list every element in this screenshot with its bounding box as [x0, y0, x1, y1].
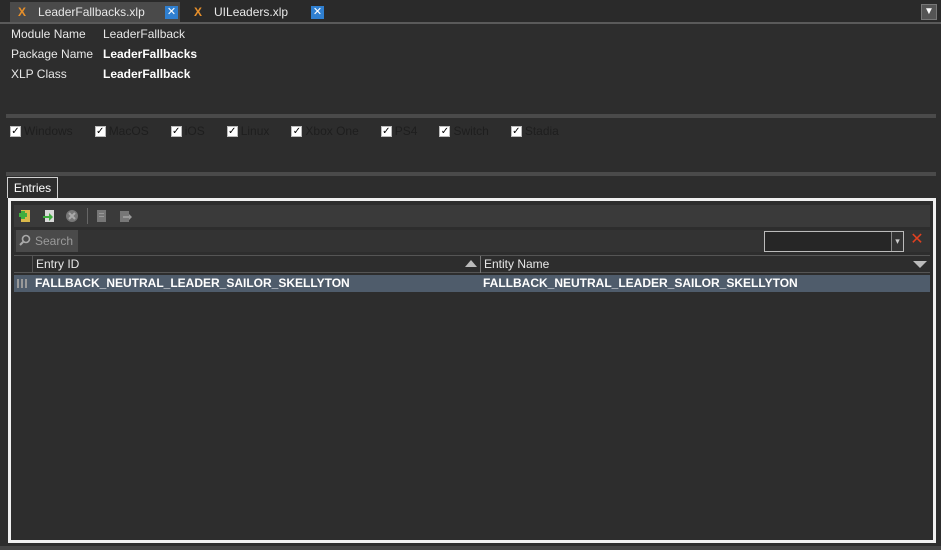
column-header-entity-name[interactable]: Entity Name — [480, 256, 930, 273]
platform-label: Xbox One — [305, 124, 359, 138]
entries-panel: Search ▾ ✕ Entry ID Entity Name FALLBACK… — [8, 198, 936, 543]
platform-label: Windows — [24, 124, 73, 138]
search-placeholder: Search — [35, 234, 74, 248]
checkbox-stadia[interactable]: ✓ — [510, 125, 522, 137]
module-name-row: Module Name LeaderFallback — [11, 27, 197, 47]
platform-stadia[interactable]: ✓ Stadia — [510, 124, 559, 138]
cell-entity-name[interactable]: FALLBACK_NEUTRAL_LEADER_SAILOR_SKELLYTON — [480, 275, 930, 292]
module-properties: Module Name LeaderFallback Package Name … — [11, 27, 197, 87]
package-name-label: Package Name — [11, 47, 94, 61]
column-header-entry-id[interactable]: Entry ID — [32, 256, 480, 273]
copy-entry-icon[interactable] — [94, 208, 110, 224]
toolbar-separator — [87, 208, 88, 224]
divider — [6, 114, 936, 118]
search-bar: Search ▾ ✕ — [14, 230, 930, 252]
paste-entry-icon[interactable] — [117, 208, 133, 224]
package-name-row: Package Name LeaderFallbacks — [11, 47, 197, 67]
row-drag-handle-icon[interactable] — [16, 278, 30, 289]
column-label: Entity Name — [484, 257, 550, 271]
platform-checkboxes: ✓ Windows ✓ MacOS ✓ iOS ✓ Linux ✓ Xbox O… — [10, 124, 581, 138]
filter-dropdown[interactable]: ▾ — [764, 231, 904, 252]
cell-entry-id[interactable]: FALLBACK_NEUTRAL_LEADER_SAILOR_SKELLYTON — [32, 275, 480, 292]
platform-label: Linux — [240, 124, 270, 138]
xlp-class-label: XLP Class — [11, 67, 67, 81]
platform-label: iOS — [184, 124, 205, 138]
platform-switch[interactable]: ✓ Switch — [439, 124, 489, 138]
add-entry-icon[interactable] — [18, 208, 34, 224]
platform-label: PS4 — [394, 124, 418, 138]
platform-ps4[interactable]: ✓ PS4 — [380, 124, 418, 138]
divider — [6, 172, 936, 176]
search-icon — [19, 234, 31, 249]
delete-entry-icon[interactable] — [64, 208, 80, 224]
checkbox-ios[interactable]: ✓ — [170, 125, 182, 137]
platform-label: MacOS — [108, 124, 149, 138]
checkbox-linux[interactable]: ✓ — [226, 125, 238, 137]
close-tab-icon[interactable]: ✕ — [311, 5, 324, 19]
status-strip — [0, 546, 941, 550]
sort-ascending-icon — [465, 260, 477, 267]
tab-label: UILeaders.xlp — [214, 5, 289, 19]
xlp-file-icon: X — [194, 5, 203, 19]
checkbox-switch[interactable]: ✓ — [439, 125, 451, 137]
tab-menu-button[interactable]: ▼ — [921, 4, 937, 20]
tab-entries[interactable]: Entries — [7, 177, 58, 198]
document-tab-strip: X LeaderFallbacks.xlp ✕ X UILeaders.xlp … — [0, 0, 941, 24]
search-input[interactable]: Search — [16, 230, 78, 252]
platform-windows[interactable]: ✓ Windows — [10, 124, 73, 138]
entries-toolbar — [14, 205, 930, 227]
sort-descending-icon — [913, 261, 927, 268]
checkbox-ps4[interactable]: ✓ — [380, 125, 392, 137]
platform-xbox-one[interactable]: ✓ Xbox One — [291, 124, 359, 138]
xlp-class-value: LeaderFallback — [103, 67, 191, 81]
package-name-value: LeaderFallbacks — [103, 47, 198, 61]
clear-filter-icon[interactable]: ✕ — [909, 232, 925, 248]
tab-leaderfallbacks[interactable]: X LeaderFallbacks.xlp ✕ — [10, 2, 180, 22]
table-header: Entry ID Entity Name — [14, 255, 930, 273]
checkbox-macos[interactable]: ✓ — [94, 125, 106, 137]
module-name-value: LeaderFallback — [103, 27, 186, 41]
platform-macos[interactable]: ✓ MacOS — [94, 124, 149, 138]
checkbox-xbox-one[interactable]: ✓ — [291, 125, 303, 137]
platform-label: Switch — [453, 124, 489, 138]
tab-label: LeaderFallbacks.xlp — [38, 5, 145, 19]
module-name-label: Module Name — [11, 27, 86, 41]
table-row[interactable]: FALLBACK_NEUTRAL_LEADER_SAILOR_SKELLYTON… — [14, 275, 930, 292]
insert-entry-icon[interactable] — [41, 208, 57, 224]
close-tab-icon[interactable]: ✕ — [165, 5, 178, 19]
checkbox-windows[interactable]: ✓ — [10, 125, 21, 137]
xlp-file-icon: X — [18, 5, 27, 19]
chevron-down-icon[interactable]: ▾ — [891, 232, 903, 251]
column-label: Entry ID — [36, 257, 80, 271]
platform-label: Stadia — [524, 124, 559, 138]
platform-ios[interactable]: ✓ iOS — [170, 124, 205, 138]
xlp-class-row: XLP Class LeaderFallback — [11, 67, 197, 87]
platform-linux[interactable]: ✓ Linux — [226, 124, 270, 138]
tab-uileaders[interactable]: X UILeaders.xlp ✕ — [186, 2, 326, 22]
